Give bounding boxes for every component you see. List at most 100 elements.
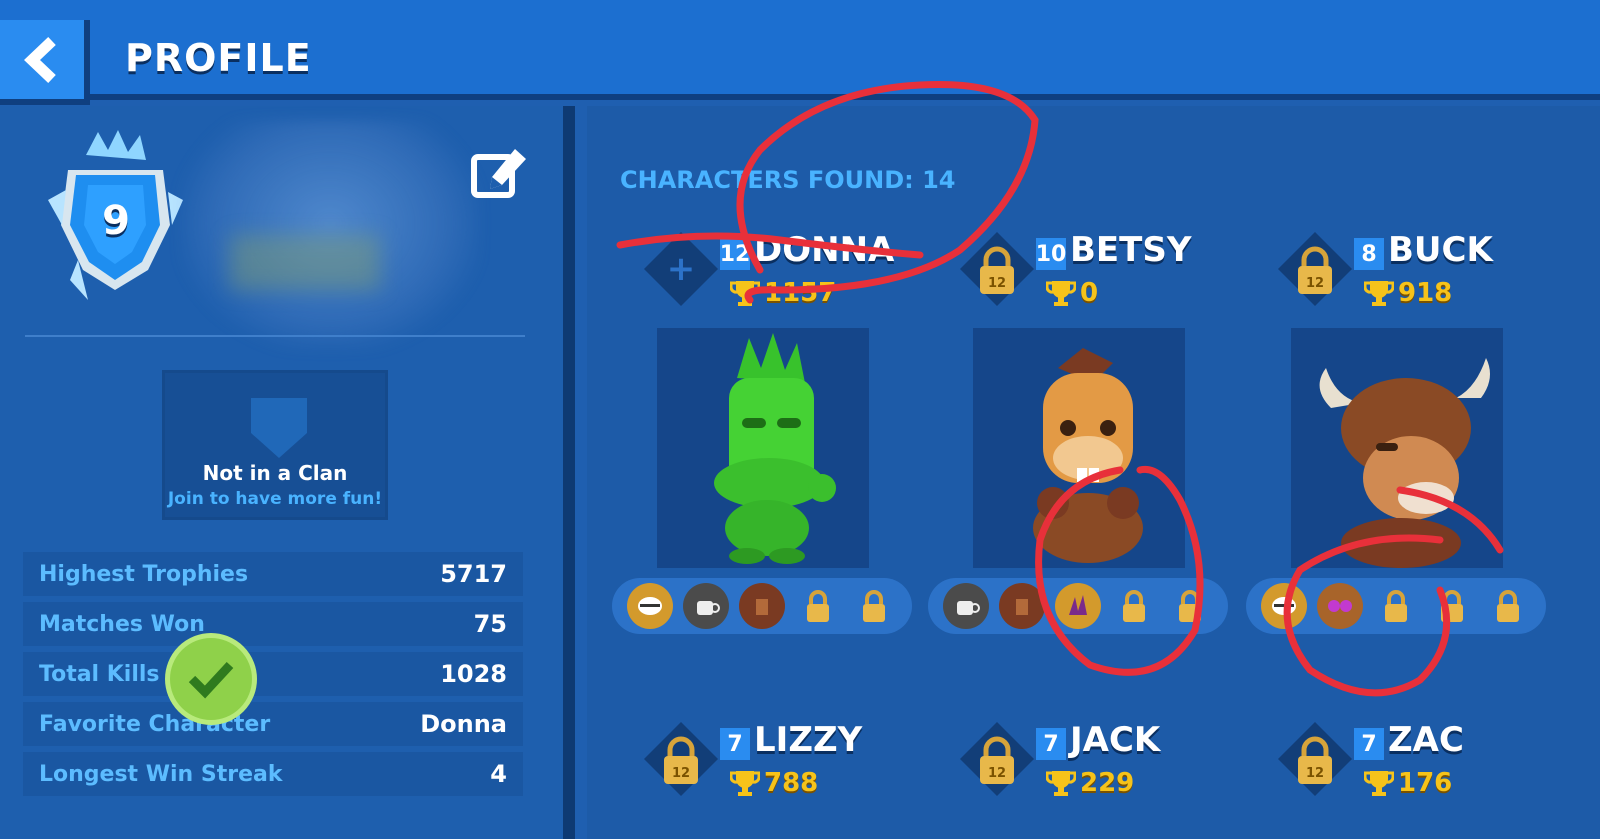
- blurred-player-info: [230, 235, 380, 290]
- trophy-count: 788: [764, 768, 819, 798]
- character-card-donna[interactable]: + 12 DONNA 1157: [612, 200, 912, 634]
- character-level: 7: [1354, 728, 1384, 760]
- trophy-count: 1157: [764, 278, 837, 308]
- top-bar: PROFILE: [0, 0, 1600, 105]
- trophy-icon: [1046, 771, 1076, 796]
- goggles-icon[interactable]: [1317, 583, 1363, 629]
- check-mark-icon: [165, 633, 257, 725]
- stat-value: 4: [490, 760, 507, 788]
- lock-icon: [1111, 583, 1157, 629]
- stat-value: 75: [473, 610, 507, 638]
- character-name: DONNA: [754, 230, 895, 270]
- clan-shield-icon: [251, 398, 307, 458]
- character-portrait-betsy: [973, 328, 1185, 568]
- stat-row: Matches Won 75: [23, 602, 523, 646]
- jaw-icon[interactable]: [627, 583, 673, 629]
- character-trophies: 788: [730, 768, 818, 798]
- divider: [25, 335, 525, 337]
- stat-label: Highest Trophies: [39, 561, 249, 587]
- stat-row: Highest Trophies 5717: [23, 552, 523, 596]
- skills-bar: [928, 578, 1228, 634]
- jaw-icon[interactable]: [1261, 583, 1307, 629]
- trophy-icon: [730, 281, 760, 306]
- character-portrait-buck: [1291, 328, 1503, 568]
- characters-found-label: CHARACTERS FOUND: 14: [620, 166, 956, 194]
- character-trophies: 229: [1046, 768, 1134, 798]
- svg-text:12: 12: [988, 766, 1006, 781]
- stat-label: Matches Won: [39, 611, 205, 637]
- trophy-count: 176: [1398, 768, 1453, 798]
- character-trophies: 176: [1364, 768, 1452, 798]
- locked-emblem-icon: 12: [644, 722, 718, 796]
- trophy-count: 229: [1080, 768, 1135, 798]
- coffee-cup-icon[interactable]: [943, 583, 989, 629]
- character-emblem-icon: +: [644, 232, 718, 306]
- character-card-jack[interactable]: 12 7 JACK 229: [928, 690, 1228, 810]
- edit-icon: [471, 149, 526, 198]
- trophy-icon: [730, 771, 760, 796]
- stat-label: Total Kills: [39, 661, 160, 687]
- locked-emblem-icon: 12: [960, 232, 1034, 306]
- svg-text:12: 12: [1306, 766, 1324, 781]
- stump-icon[interactable]: [739, 583, 785, 629]
- betsy-character-image: [1033, 348, 1143, 563]
- stat-row: Total Kills 1028: [23, 652, 523, 696]
- lock-icon: [795, 583, 841, 629]
- donna-character-image: [714, 333, 836, 564]
- claw-icon[interactable]: [1055, 583, 1101, 629]
- trophy-count: 918: [1398, 278, 1453, 308]
- character-trophies: 918: [1364, 278, 1452, 308]
- trophy-icon: [1046, 281, 1076, 306]
- trophy-icon: [1364, 771, 1394, 796]
- svg-text:12: 12: [672, 766, 690, 781]
- lock-icon: [1429, 583, 1475, 629]
- lock-icon: [851, 583, 897, 629]
- page-title: PROFILE: [125, 36, 312, 80]
- svg-text:12: 12: [1306, 276, 1324, 291]
- lock-icon: [1485, 583, 1531, 629]
- stat-value: 1028: [440, 660, 507, 688]
- character-name: ZAC: [1388, 720, 1464, 760]
- character-trophies: 1157: [730, 278, 836, 308]
- character-card-betsy[interactable]: 12 10 BETSY 0: [928, 200, 1228, 634]
- stat-value: Donna: [420, 710, 507, 738]
- clan-invite-text: Join to have more fun!: [167, 489, 383, 509]
- locked-emblem-icon: 12: [1278, 232, 1352, 306]
- character-level: 12: [720, 238, 750, 270]
- trophy-icon: [1364, 281, 1394, 306]
- back-arrow-icon: [24, 36, 56, 83]
- locked-emblem-icon: 12: [960, 722, 1034, 796]
- coffee-cup-icon[interactable]: [683, 583, 729, 629]
- lock-icon: [1373, 583, 1419, 629]
- character-card-zac[interactable]: 12 7 ZAC 176: [1246, 690, 1546, 810]
- buck-character-image: [1319, 358, 1490, 568]
- character-portrait-donna: [657, 328, 869, 568]
- stat-value: 5717: [440, 560, 507, 588]
- character-card-buck[interactable]: 12 8 BUCK 918: [1246, 200, 1546, 634]
- character-name: BUCK: [1388, 230, 1493, 270]
- edit-profile-button[interactable]: [470, 145, 530, 200]
- back-button[interactable]: [0, 20, 90, 105]
- character-name: BETSY: [1070, 230, 1192, 270]
- skills-bar: [1246, 578, 1546, 634]
- lock-icon: [1167, 583, 1213, 629]
- svg-text:+: +: [667, 249, 696, 289]
- stump-icon[interactable]: [999, 583, 1045, 629]
- level-number: 9: [102, 198, 130, 244]
- stat-row: Favorite Character Donna: [23, 702, 523, 746]
- character-level: 7: [1036, 728, 1066, 760]
- clan-status: Not in a Clan: [202, 461, 348, 485]
- character-name: JACK: [1070, 720, 1161, 760]
- locked-emblem-icon: 12: [1278, 722, 1352, 796]
- svg-text:12: 12: [988, 276, 1006, 291]
- clan-card[interactable]: Not in a Clan Join to have more fun!: [162, 370, 388, 520]
- stats-list: Highest Trophies 5717 Matches Won 75 Tot…: [23, 552, 523, 802]
- character-card-lizzy[interactable]: 12 7 LIZZY 788: [612, 690, 912, 810]
- stat-row: Longest Win Streak 4: [23, 752, 523, 796]
- character-name: LIZZY: [754, 720, 863, 760]
- character-level: 10: [1036, 238, 1066, 270]
- character-level: 8: [1354, 238, 1384, 270]
- stat-label: Longest Win Streak: [39, 761, 283, 787]
- skills-bar: [612, 578, 912, 634]
- character-level: 7: [720, 728, 750, 760]
